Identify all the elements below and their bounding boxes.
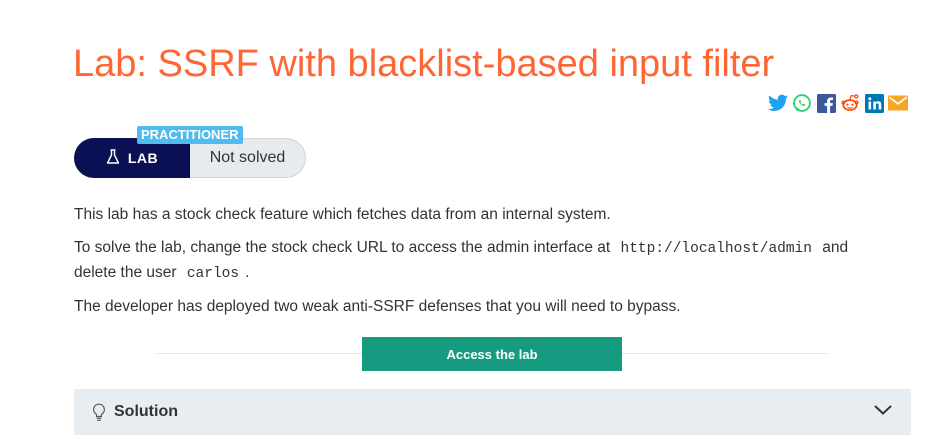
description-paragraph: The developer has deployed two weak anti…	[74, 298, 681, 315]
lab-description: This lab has a stock check feature which…	[74, 203, 894, 328]
level-tag: PRACTITIONER	[137, 126, 243, 144]
solution-accordion[interactable]: Solution	[74, 389, 911, 435]
share-icons	[768, 93, 908, 113]
facebook-icon[interactable]	[816, 93, 836, 113]
description-paragraph: To solve the lab, change the stock check…	[74, 236, 894, 286]
linkedin-icon[interactable]	[864, 93, 884, 113]
whatsapp-icon[interactable]	[792, 93, 812, 113]
description-paragraph: This lab has a stock check feature which…	[74, 206, 611, 223]
description-text: .	[245, 264, 250, 281]
solution-label: Solution	[114, 403, 178, 420]
reddit-icon[interactable]	[840, 93, 860, 113]
chevron-down-icon[interactable]	[873, 403, 893, 423]
access-lab-button[interactable]: Access the lab	[362, 337, 622, 371]
lab-status-badge: LAB Not solved	[74, 138, 306, 178]
status-badge: Not solved	[190, 138, 306, 178]
lab-type-label: LAB	[127, 150, 159, 166]
email-icon[interactable]	[888, 93, 908, 113]
username-code: carlos	[186, 266, 240, 282]
lab-type-pill: LAB	[74, 138, 190, 178]
lightbulb-icon	[90, 402, 108, 422]
admin-url-code: http://localhost/admin	[620, 241, 812, 257]
twitter-icon[interactable]	[768, 93, 788, 113]
page-title: Lab: SSRF with blacklist-based input fil…	[73, 43, 775, 85]
description-text: To solve the lab, change the stock check…	[74, 239, 611, 256]
lab-page: Lab: SSRF with blacklist-based input fil…	[0, 0, 926, 439]
flask-icon	[106, 148, 120, 168]
